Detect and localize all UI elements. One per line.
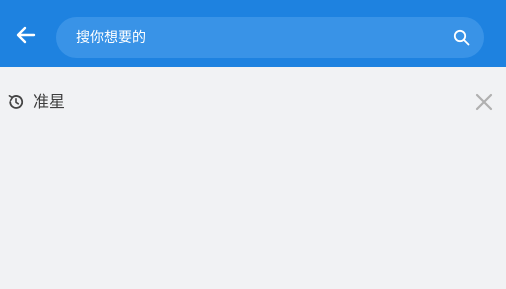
back-button[interactable] bbox=[14, 23, 38, 47]
search-input[interactable] bbox=[76, 17, 436, 58]
search-screen: 准星 bbox=[0, 0, 506, 289]
search-header bbox=[0, 0, 506, 67]
arrow-left-icon bbox=[16, 26, 36, 44]
search-icon[interactable] bbox=[453, 29, 470, 46]
history-icon bbox=[8, 95, 24, 109]
search-box[interactable] bbox=[56, 17, 484, 58]
search-history-item[interactable]: 准星 bbox=[0, 83, 506, 121]
close-icon bbox=[475, 93, 493, 111]
clear-history-button[interactable] bbox=[474, 92, 494, 112]
history-item-label: 准星 bbox=[33, 92, 66, 111]
